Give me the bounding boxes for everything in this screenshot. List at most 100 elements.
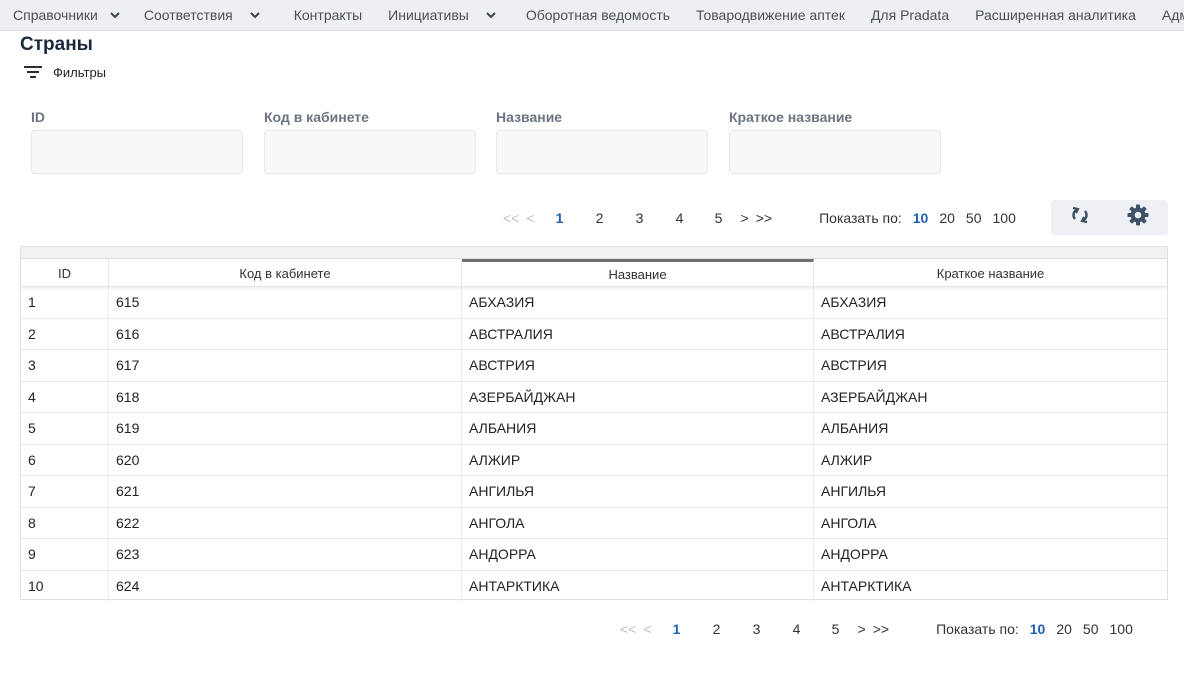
cell-code: 620 xyxy=(109,444,462,475)
nav-item-sootvetstviya[interactable]: Соответствия xyxy=(130,0,274,30)
cell-name: АЛБАНИЯ xyxy=(462,413,814,444)
nav-item-rasshirennaya-analitika[interactable]: Расширенная аналитика xyxy=(962,0,1149,30)
refresh-button[interactable] xyxy=(1051,200,1109,235)
page-button-1[interactable]: 1 xyxy=(671,621,683,637)
page-size-50[interactable]: 50 xyxy=(1083,621,1099,637)
pagination-bottom: << < 1 2 3 4 5 > >> Показать по: 10 20 5… xyxy=(620,619,1133,639)
table-row[interactable]: 10 624 АНТАРКТИКА АНТАРКТИКА xyxy=(21,570,1167,602)
page-button-3[interactable]: 3 xyxy=(751,621,763,637)
page-button-5[interactable]: 5 xyxy=(830,621,842,637)
cell-name: АНГИЛЬЯ xyxy=(462,476,814,507)
nav-item-label: Инициативы xyxy=(388,7,469,23)
filter-short-name-label: Краткое название xyxy=(729,109,853,125)
nav-item-spravochniki[interactable]: Справочники xyxy=(0,0,130,30)
page-button-1[interactable]: 1 xyxy=(554,210,566,226)
filter-short-name: Краткое название xyxy=(729,109,941,174)
chevron-down-icon xyxy=(248,8,262,22)
refresh-icon xyxy=(1069,204,1091,231)
settings-button[interactable] xyxy=(1109,200,1167,235)
first-page-button[interactable]: << xyxy=(503,210,519,226)
table-row[interactable]: 5 619 АЛБАНИЯ АЛБАНИЯ xyxy=(21,413,1167,445)
cell-short-name: АВСТРАЛИЯ xyxy=(821,325,905,342)
next-page-button[interactable]: > xyxy=(858,621,866,637)
table-body: 1 615 АБХАЗИЯ АБХАЗИЯ 2 616 АВСТРАЛИЯ АВ… xyxy=(21,287,1167,602)
page-size-10[interactable]: 10 xyxy=(913,210,929,226)
nav-item-oborotnaya-vedomost[interactable]: Оборотная ведомость xyxy=(511,0,683,30)
page-button-2[interactable]: 2 xyxy=(594,210,606,226)
cell-code: 618 xyxy=(109,381,462,412)
table-row[interactable]: 7 621 АНГИЛЬЯ АНГИЛЬЯ xyxy=(21,476,1167,508)
cell-id: 6 xyxy=(21,444,109,475)
nav-item-kontrakty[interactable]: Контракты xyxy=(274,0,375,30)
nav-item-label: Соответствия xyxy=(143,7,233,23)
nav-item-label: Оборотная ведомость xyxy=(525,7,671,23)
nav-item-tovarodvizhenie-aptek[interactable]: Товародвижение аптек xyxy=(683,0,858,30)
cell-id: 7 xyxy=(21,476,109,507)
page-size-100[interactable]: 100 xyxy=(993,210,1016,226)
filters-toggle-button[interactable]: Фильтры xyxy=(24,64,106,80)
page-button-4[interactable]: 4 xyxy=(674,210,686,226)
filter-name-label: Название xyxy=(496,109,563,125)
cell-id: 5 xyxy=(21,413,109,444)
filter-short-name-input[interactable] xyxy=(729,130,941,174)
cell-code: 616 xyxy=(109,318,462,349)
page-size-50[interactable]: 50 xyxy=(966,210,982,226)
prev-page-button[interactable]: < xyxy=(643,621,651,637)
column-header-short-name[interactable]: Краткое название xyxy=(814,259,1167,287)
table-row[interactable]: 2 616 АВСТРАЛИЯ АВСТРАЛИЯ xyxy=(21,318,1167,350)
cell-id: 1 xyxy=(21,287,109,318)
nav-item-label: Админи xyxy=(1161,7,1184,23)
pagination-top: << < 1 2 3 4 5 > >> Показать по: 10 20 5… xyxy=(503,208,1016,228)
chevron-down-icon xyxy=(108,8,122,22)
filter-id: ID xyxy=(31,109,243,174)
page-size-10[interactable]: 10 xyxy=(1030,621,1046,637)
first-page-button[interactable]: << xyxy=(620,621,636,637)
cell-name: АНТАРКТИКА xyxy=(462,570,814,602)
page-size-label: Показать по: xyxy=(819,210,902,226)
filter-id-input[interactable] xyxy=(31,130,243,174)
table-row[interactable]: 6 620 АЛЖИР АЛЖИР xyxy=(21,444,1167,476)
prev-page-button[interactable]: < xyxy=(526,210,534,226)
column-header-name[interactable]: Название xyxy=(462,259,814,287)
cell-id: 10 xyxy=(21,570,109,602)
cell-id: 9 xyxy=(21,539,109,570)
page-title: Страны xyxy=(20,34,93,55)
next-page-button[interactable]: > xyxy=(741,210,749,226)
page-button-3[interactable]: 3 xyxy=(634,210,646,226)
page-size-20[interactable]: 20 xyxy=(1056,621,1072,637)
cell-short-name: АНГИЛЬЯ xyxy=(821,483,886,500)
last-page-button[interactable]: >> xyxy=(756,210,772,226)
nav-item-admin[interactable]: Админи xyxy=(1149,0,1184,30)
cell-code: 621 xyxy=(109,476,462,507)
cell-short-name: АНДОРРА xyxy=(821,546,888,563)
column-header-id[interactable]: ID xyxy=(21,259,109,287)
cell-code: 624 xyxy=(109,570,462,602)
filter-name-input[interactable] xyxy=(496,130,708,174)
nav-item-dlya-pradata[interactable]: Для Pradata xyxy=(858,0,962,30)
table-row[interactable]: 8 622 АНГОЛА АНГОЛА xyxy=(21,507,1167,539)
nav-item-label: Товародвижение аптек xyxy=(696,7,845,23)
page-size-20[interactable]: 20 xyxy=(939,210,955,226)
last-page-button[interactable]: >> xyxy=(873,621,889,637)
filter-name: Название xyxy=(496,109,708,174)
page-button-2[interactable]: 2 xyxy=(711,621,723,637)
page-size-100[interactable]: 100 xyxy=(1110,621,1133,637)
page-size-label: Показать по: xyxy=(936,621,1019,637)
table-row[interactable]: 9 623 АНДОРРА АНДОРРА xyxy=(21,539,1167,571)
filter-code-input[interactable] xyxy=(264,130,476,174)
cell-short-name: АЛБАНИЯ xyxy=(821,420,889,437)
table-row[interactable]: 3 617 АВСТРИЯ АВСТРИЯ xyxy=(21,350,1167,382)
page-button-5[interactable]: 5 xyxy=(713,210,725,226)
column-header-code[interactable]: Код в кабинете xyxy=(109,259,462,287)
cell-name: АНГОЛА xyxy=(462,507,814,538)
table-row[interactable]: 4 618 АЗЕРБАЙДЖАН АЗЕРБАЙДЖАН xyxy=(21,381,1167,413)
cell-id: 2 xyxy=(21,318,109,349)
cell-code: 622 xyxy=(109,507,462,538)
cell-short-name: АБХАЗИЯ xyxy=(821,294,887,311)
table-header: ID Код в кабинете Название Краткое назва… xyxy=(21,259,1167,287)
filter-icon xyxy=(24,64,42,80)
nav-item-initsiativy[interactable]: Инициативы xyxy=(375,0,511,30)
page-button-4[interactable]: 4 xyxy=(791,621,803,637)
nav-item-label: Контракты xyxy=(293,7,363,23)
table-row[interactable]: 1 615 АБХАЗИЯ АБХАЗИЯ xyxy=(21,287,1167,319)
